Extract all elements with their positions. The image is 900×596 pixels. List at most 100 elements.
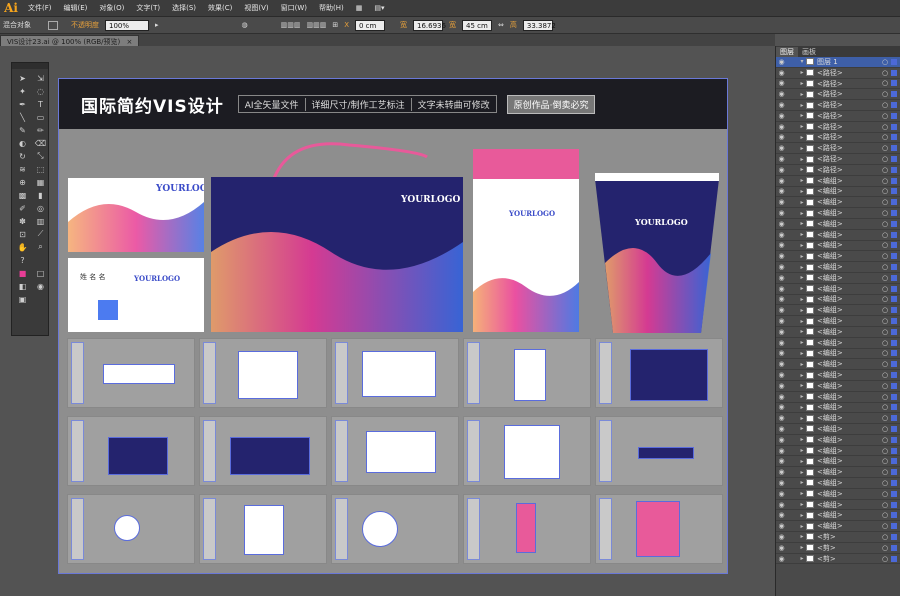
eye-icon[interactable]: ◉ [776,447,787,455]
eye-icon[interactable]: ◉ [776,133,787,141]
target-icon[interactable]: ○ [882,501,891,509]
layer-row[interactable]: ◉ ▸ <编组> ○ [776,273,900,284]
expand-triangle-icon[interactable]: ▸ [798,253,806,260]
layer-row[interactable]: ◉ ▸ <编组> ○ [776,219,900,230]
eye-icon[interactable]: ◉ [776,274,787,282]
target-icon[interactable]: ○ [882,468,891,476]
target-icon[interactable]: ○ [882,101,891,109]
layer-row[interactable]: ◉ ▸ <编组> ○ [776,197,900,209]
layer-row[interactable]: ◉ ▸ <编组> ○ [776,424,900,435]
expand-triangle-icon[interactable]: ▸ [798,533,806,540]
target-icon[interactable]: ○ [882,144,891,152]
target-icon[interactable]: ○ [882,263,891,271]
selection-indicator[interactable] [891,479,897,486]
selection-indicator[interactable] [891,372,897,378]
layer-row[interactable]: ◉ ▸ <编组> ○ [776,316,900,327]
eye-icon[interactable]: ◉ [776,317,787,325]
eye-icon[interactable]: ◉ [776,263,787,271]
target-icon[interactable]: ○ [882,155,891,163]
selection-indicator[interactable] [891,166,897,173]
column-graph-tool-icon[interactable]: ▥ [32,215,49,227]
drawing-mode-icon[interactable]: ◉ [32,280,49,292]
layer-row[interactable]: ◉ ▸ <编组> ○ [776,510,900,522]
bridge-icon[interactable]: ▦ [350,4,369,12]
menu-window[interactable]: 窗口(W) [275,3,313,13]
expand-triangle-icon[interactable]: ▸ [798,296,806,303]
y-field[interactable]: 45 cm [461,19,492,31]
selection-indicator[interactable] [891,199,897,206]
menu-help[interactable]: 帮助(H) [313,3,350,13]
screen-mode-icon[interactable]: ▣ [14,293,31,305]
selection-indicator[interactable] [891,469,897,476]
layer-row[interactable]: ◉ ▸ <编组> ○ [776,349,900,360]
align-icon[interactable]: ▥▥▥ [281,21,301,29]
selection-indicator[interactable] [891,134,897,141]
eye-icon[interactable]: ◉ [776,436,787,444]
layer-row[interactable]: ◉ ▸ <路径> ○ [776,143,900,155]
eye-icon[interactable]: ◉ [776,58,787,66]
eye-icon[interactable]: ◉ [776,349,787,357]
target-icon[interactable]: ○ [882,123,891,131]
eye-icon[interactable]: ◉ [776,252,787,260]
selection-indicator[interactable] [891,458,897,465]
opacity-label[interactable]: 不透明度 [71,20,99,30]
expand-triangle-icon[interactable]: ▸ [798,523,806,530]
eye-icon[interactable]: ◉ [776,457,787,465]
eye-icon[interactable]: ◉ [776,382,787,390]
pen-tool-icon[interactable]: ✒ [14,98,31,110]
target-icon[interactable]: ○ [882,177,891,185]
x-field[interactable]: 0 cm [354,19,385,31]
target-icon[interactable]: ○ [882,544,891,552]
zoom-tool-icon[interactable]: ⌕ [32,241,49,253]
selection-indicator[interactable] [891,523,897,530]
target-icon[interactable]: ○ [882,209,891,217]
selection-indicator[interactable] [891,436,897,443]
selection-indicator[interactable] [891,296,897,303]
lasso-tool-icon[interactable]: ◌ [32,85,49,97]
expand-triangle-icon[interactable]: ▸ [798,69,806,76]
layer-row[interactable]: ◉ ▸ <编组> ○ [776,500,900,511]
eye-icon[interactable]: ◉ [776,544,787,552]
stroke-swatch-icon[interactable] [48,20,58,30]
selection-indicator[interactable] [891,447,897,454]
magic-wand-tool-icon[interactable]: ✦ [14,85,31,97]
selection-indicator[interactable] [891,415,897,422]
target-icon[interactable]: ○ [882,436,891,444]
layer-row[interactable]: ◉ ▸ <编组> ○ [776,521,900,533]
eyedropper-tool-icon[interactable]: ✐ [14,202,31,214]
selection-indicator[interactable] [891,145,897,152]
menu-view[interactable]: 视图(V) [238,3,274,13]
eye-icon[interactable]: ◉ [776,328,787,336]
target-icon[interactable]: ○ [882,371,891,379]
target-icon[interactable]: ○ [882,133,891,141]
expand-triangle-icon[interactable]: ▸ [798,134,806,141]
menu-type[interactable]: 文字(T) [130,3,166,13]
layer-row[interactable]: ◉ ▸ <路径> ○ [776,165,900,176]
expand-triangle-icon[interactable]: ▸ [798,469,806,476]
expand-triangle-icon[interactable]: ▾ [798,58,806,65]
selection-indicator[interactable] [891,102,897,109]
layer-row[interactable]: ◉ ▸ <编组> ○ [776,392,900,403]
expand-triangle-icon[interactable]: ▸ [798,555,806,562]
selection-indicator[interactable] [891,501,897,508]
eye-icon[interactable]: ◉ [776,69,787,77]
expand-triangle-icon[interactable]: ▸ [798,512,806,519]
target-icon[interactable]: ○ [882,479,891,487]
selection-indicator[interactable] [891,361,897,368]
expand-triangle-icon[interactable]: ▸ [798,210,806,217]
expand-triangle-icon[interactable]: ▸ [798,447,806,454]
layer-row[interactable]: ◉ ▸ <编组> ○ [776,208,900,219]
eye-icon[interactable]: ◉ [776,231,787,239]
eye-icon[interactable]: ◉ [776,123,787,131]
expand-triangle-icon[interactable]: ▸ [798,393,806,400]
distribute-icon[interactable]: ▥▥▥ [306,21,326,29]
layer-row[interactable]: ◉ ▸ <剪> ○ [776,543,900,554]
selection-indicator[interactable] [891,264,897,271]
selection-indicator[interactable] [891,188,897,195]
target-icon[interactable]: ○ [882,328,891,336]
eye-icon[interactable]: ◉ [776,360,787,368]
close-icon[interactable]: × [127,38,133,46]
opacity-field[interactable]: 100% [105,19,149,31]
target-icon[interactable]: ○ [882,360,891,368]
selection-indicator[interactable] [891,544,897,551]
